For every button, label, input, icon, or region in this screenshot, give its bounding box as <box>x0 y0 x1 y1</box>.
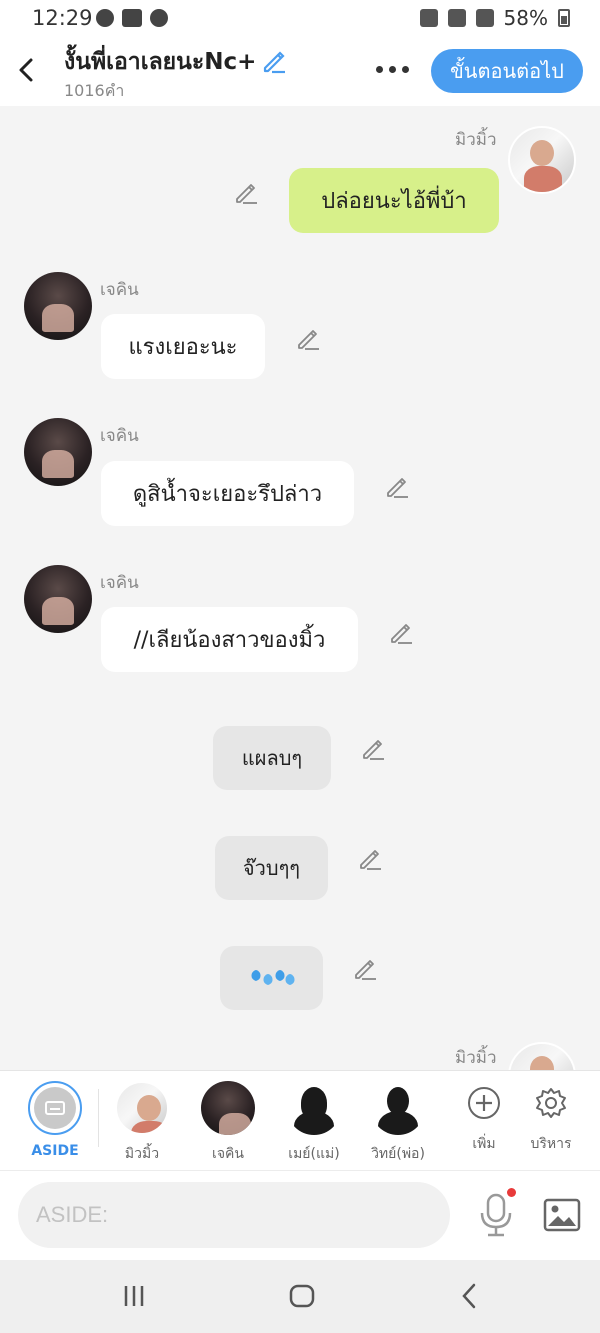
aside-character[interactable]: ASIDE <box>15 1081 95 1159</box>
avatar[interactable] <box>508 1042 576 1070</box>
gear-icon <box>524 1081 578 1125</box>
sender-name: เจคิน <box>100 573 139 593</box>
recent-apps-button[interactable] <box>114 1280 154 1312</box>
water-drops-icon <box>251 970 294 985</box>
female-silhouette-icon <box>287 1081 341 1135</box>
avatar[interactable] <box>24 565 92 633</box>
status-time: 12:29 <box>32 6 93 30</box>
edit-message-icon[interactable] <box>295 326 321 352</box>
card-icon <box>45 1101 65 1115</box>
image-icon <box>543 1198 581 1232</box>
sender-name: มิวมิ้ว <box>455 1048 497 1068</box>
message-bubble[interactable]: แรงเยอะนะ <box>101 314 265 379</box>
avatar <box>201 1081 255 1135</box>
character-label: มิวมิ้ว <box>124 1146 160 1162</box>
edit-message-icon[interactable] <box>352 956 378 982</box>
character-wit[interactable]: วิทย์(พ่อ) <box>358 1081 438 1165</box>
notification-dot <box>507 1188 516 1197</box>
message-bubble[interactable]: ดูสิน้ำจะเยอะรึปล่าว <box>101 461 354 526</box>
home-icon <box>289 1284 315 1308</box>
manage-characters-button[interactable]: บริหาร <box>511 1081 591 1155</box>
character-bar: ASIDE มิวมิ้ว เจคิน เมย์(แม่) วิทย์(พ่อ)… <box>0 1070 600 1170</box>
system-icons: 58% <box>419 6 570 30</box>
back-icon <box>462 1283 476 1309</box>
battery-percent: 58% <box>503 6 548 30</box>
edit-title-icon[interactable] <box>260 47 288 75</box>
character-mewmew[interactable]: มิวมิ้ว <box>102 1081 182 1165</box>
more-options-button[interactable] <box>376 66 409 73</box>
notification-icons <box>96 9 168 27</box>
messenger-icon <box>150 9 168 27</box>
character-label: เจคิน <box>212 1146 244 1162</box>
message-bubble[interactable]: ปล่อยนะไอ้พี่บ้า <box>289 168 499 233</box>
image-button[interactable] <box>542 1195 582 1235</box>
word-count: 1016คำ <box>64 81 125 100</box>
microphone-icon <box>480 1193 512 1237</box>
home-button[interactable] <box>282 1280 322 1312</box>
avatar <box>115 1081 169 1135</box>
recent-apps-icon <box>124 1286 144 1306</box>
sender-name: มิวมิ้ว <box>455 130 497 150</box>
edit-message-icon[interactable] <box>360 736 386 762</box>
next-step-button[interactable]: ขั้นตอนต่อไป <box>431 49 583 93</box>
plus-circle-icon <box>457 1081 511 1125</box>
edit-message-icon[interactable] <box>388 620 414 646</box>
divider <box>98 1089 99 1147</box>
chat-header: งั้นพี่เอาเลยนะNc+ 1016คำ ขั้นตอนต่อไป <box>0 36 600 106</box>
sender-name: เจคิน <box>100 280 139 300</box>
character-label: วิทย์(พ่อ) <box>371 1146 425 1162</box>
message-input[interactable] <box>18 1182 450 1248</box>
character-label: เมย์(แม่) <box>288 1146 340 1162</box>
character-jakin[interactable]: เจคิน <box>188 1081 268 1165</box>
sender-name: เจคิน <box>100 426 139 446</box>
message-bubble[interactable]: //เลียน้องสาวของมิ้ว <box>101 607 358 672</box>
chevron-left-icon <box>19 58 33 82</box>
aside-label: ASIDE <box>31 1143 79 1159</box>
video-icon <box>122 9 142 27</box>
character-may[interactable]: เมย์(แม่) <box>274 1081 354 1165</box>
male-silhouette-icon <box>371 1081 425 1135</box>
system-back-button[interactable] <box>450 1280 490 1312</box>
edit-message-icon[interactable] <box>384 474 410 500</box>
story-title: งั้นพี่เอาเลยนะNc+ <box>64 49 257 75</box>
aside-bubble[interactable] <box>220 946 323 1010</box>
alarm-icon <box>419 9 438 27</box>
back-button[interactable] <box>14 54 38 86</box>
status-bar: 12:29 58% <box>0 0 600 36</box>
avatar[interactable] <box>24 272 92 340</box>
aside-bubble[interactable]: แผลบๆ <box>213 726 331 790</box>
aside-avatar <box>28 1081 82 1135</box>
battery-icon <box>558 9 570 27</box>
chat-area[interactable]: มิวมิ้ว ปล่อยนะไอ้พี่บ้า เจคิน แรงเยอะนะ… <box>0 106 600 1070</box>
composer <box>0 1170 600 1260</box>
signal-icon <box>475 9 494 27</box>
system-nav-bar <box>0 1260 600 1333</box>
edit-message-icon[interactable] <box>233 180 259 206</box>
edit-message-icon[interactable] <box>357 846 383 872</box>
avatar[interactable] <box>508 126 576 194</box>
avatar[interactable] <box>24 418 92 486</box>
microphone-button[interactable] <box>476 1191 516 1239</box>
messenger-icon <box>96 9 114 27</box>
mute-icon <box>447 9 466 27</box>
manage-label: บริหาร <box>530 1136 572 1152</box>
aside-bubble[interactable]: จ๊วบๆๆ <box>215 836 328 900</box>
